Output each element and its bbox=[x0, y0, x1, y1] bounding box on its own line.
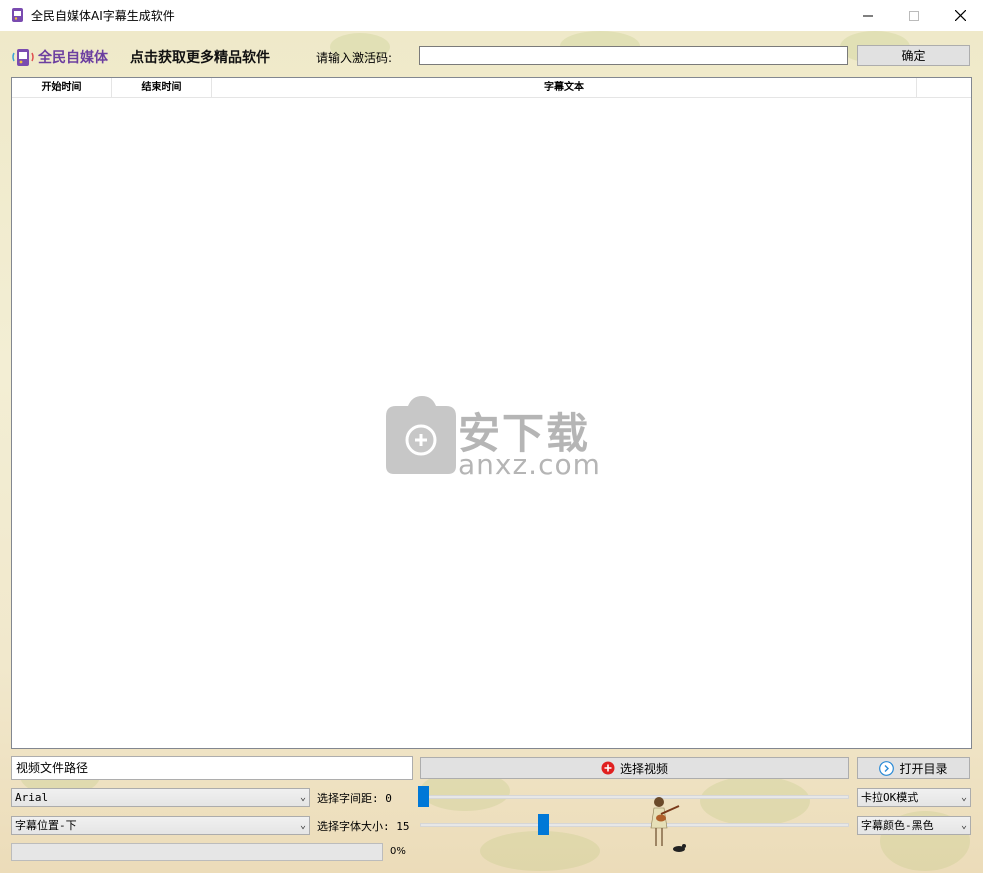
progress-bar bbox=[11, 843, 383, 861]
column-header-start-time[interactable]: 开始时间 bbox=[12, 78, 112, 97]
window-title: 全民自媒体AI字幕生成软件 bbox=[31, 9, 175, 23]
maximize-icon bbox=[909, 10, 919, 21]
close-button[interactable] bbox=[937, 0, 983, 31]
minimize-button[interactable] bbox=[845, 0, 891, 31]
activation-code-input[interactable] bbox=[419, 46, 848, 65]
progress-percent-text: 0% bbox=[390, 846, 406, 857]
select-video-label: 选择视频 bbox=[619, 761, 668, 776]
select-video-button[interactable]: 选择视频 bbox=[420, 757, 849, 779]
subtitle-color-select[interactable]: 字幕颜色-黑色 ⌄ bbox=[857, 816, 971, 835]
font-size-label: 选择字体大小: 15 bbox=[317, 820, 410, 833]
letter-spacing-slider-track[interactable] bbox=[420, 795, 849, 799]
record-icon bbox=[601, 761, 615, 775]
girl-guitar-illustration bbox=[650, 797, 686, 852]
letter-spacing-label: 选择字间距: 0 bbox=[317, 792, 392, 805]
subtitle-mode-value: 卡拉OK模式 bbox=[861, 791, 919, 804]
font-select[interactable]: Arial ⌄ bbox=[11, 788, 310, 807]
minimize-icon bbox=[863, 15, 873, 16]
promo-link[interactable]: 点击获取更多精品软件 bbox=[130, 47, 270, 67]
font-size-slider-track[interactable] bbox=[420, 823, 849, 827]
table-header: 开始时间 结束时间 字幕文本 bbox=[12, 78, 971, 98]
close-icon bbox=[954, 10, 966, 21]
video-path-input[interactable]: 视频文件路径 bbox=[11, 756, 413, 780]
subtitle-color-value: 字幕颜色-黑色 bbox=[861, 819, 934, 832]
watermark-text-en: anxz.com bbox=[458, 448, 601, 481]
column-header-subtitle-text[interactable]: 字幕文本 bbox=[212, 78, 917, 97]
chevron-down-icon: ⌄ bbox=[299, 820, 306, 831]
brand-logo: 全民自媒体 bbox=[12, 45, 108, 69]
font-size-slider-thumb[interactable] bbox=[538, 814, 549, 835]
font-select-value: Arial bbox=[15, 791, 49, 804]
open-directory-button[interactable]: 打开目录 bbox=[857, 757, 970, 779]
app-icon bbox=[12, 8, 23, 22]
letter-spacing-slider-thumb[interactable] bbox=[418, 786, 429, 807]
title-bar: 全民自媒体AI字幕生成软件 bbox=[0, 0, 983, 31]
brand-icon bbox=[12, 49, 34, 66]
chevron-down-icon: ⌄ bbox=[960, 820, 967, 831]
chevron-down-icon: ⌄ bbox=[960, 792, 967, 803]
subtitle-position-select[interactable]: 字幕位置-下 ⌄ bbox=[11, 816, 310, 835]
activation-label: 请输入激活码: bbox=[316, 51, 393, 65]
confirm-button[interactable]: 确定 bbox=[857, 45, 970, 66]
subtitle-position-value: 字幕位置-下 bbox=[15, 819, 77, 832]
brand-text: 全民自媒体 bbox=[38, 50, 108, 66]
maximize-button[interactable] bbox=[891, 0, 937, 31]
column-header-end-time[interactable]: 结束时间 bbox=[112, 78, 212, 97]
open-directory-label: 打开目录 bbox=[899, 761, 948, 776]
subtitle-mode-select[interactable]: 卡拉OK模式 ⌄ bbox=[857, 788, 971, 807]
column-header-filler bbox=[917, 78, 971, 97]
chevron-circle-icon bbox=[879, 760, 895, 776]
chevron-down-icon: ⌄ bbox=[299, 792, 306, 803]
